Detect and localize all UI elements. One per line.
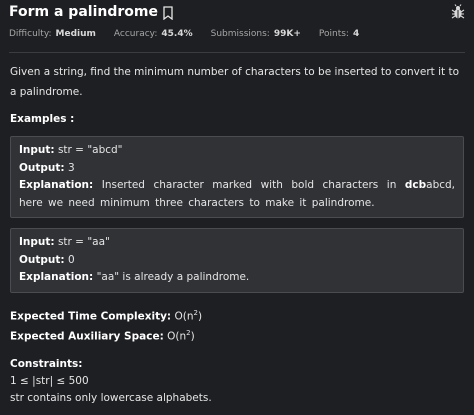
example-box: Input: str = "abcd" Output: 3 Explanatio… (10, 136, 464, 218)
example-explanation: Explanation: Inserted character marked w… (19, 179, 456, 209)
bookmark-icon[interactable] (162, 5, 174, 21)
constraint-item: str contains only lowercase alphabets. (10, 391, 212, 404)
example-box: Input: str = "aa" Output: 0 Explanation:… (10, 228, 464, 293)
problem-content: Given a string, find the minimum number … (10, 62, 464, 407)
example-input: Input: str = "aa" (19, 236, 110, 248)
example-explanation: Explanation: "aa" is already a palindrom… (19, 271, 250, 283)
problem-header: Form a palindrome Difficulty: Medium Accu… (9, 0, 465, 53)
problem-statement: Given a string, find the minimum number … (10, 66, 460, 98)
submissions-meta: Submissions: 99K+ (210, 29, 301, 39)
points-meta: Points: 4 (318, 29, 360, 39)
accuracy-meta: Accuracy: 45.4% (113, 29, 193, 39)
problem-title: Form a palindrome (9, 4, 158, 20)
expected-time-complexity: Expected Time Complexity: O(n2) (10, 308, 203, 323)
example-output: Output: 3 (19, 161, 75, 174)
example-input: Input: str = "abcd" (19, 144, 123, 156)
expected-auxiliary-space: Expected Auxiliary Space: O(n2) (10, 329, 195, 343)
examples-label: Examples : (10, 113, 75, 125)
bug-report-icon[interactable] (451, 4, 465, 20)
problem-meta: Difficulty: Medium Accuracy: 45.4% Submiss… (9, 29, 359, 39)
example-output: Output: 0 (19, 253, 75, 266)
constraint-item: 1 ≤ |str| ≤ 500 (10, 374, 89, 387)
difficulty-meta: Difficulty: Medium (9, 29, 96, 39)
title-row: Form a palindrome (9, 4, 174, 21)
constraints-label: Constraints: (10, 357, 83, 370)
